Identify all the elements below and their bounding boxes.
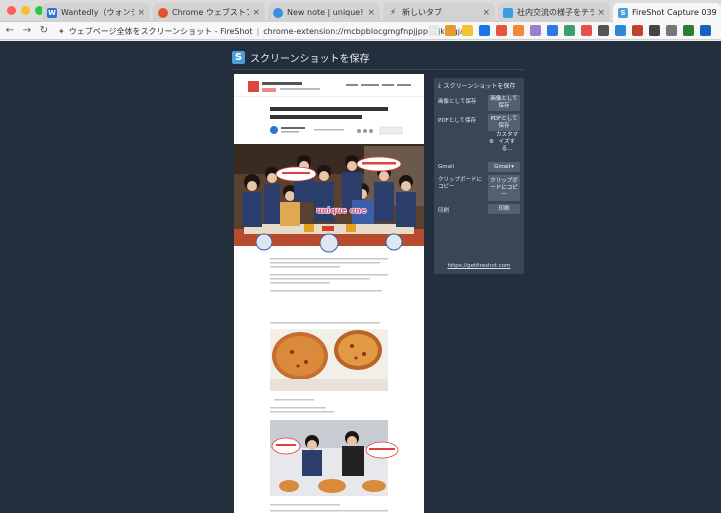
save-pdf-label: PDFとして保存 [438,118,477,124]
extension-icon[interactable] [547,25,558,36]
tab-article[interactable]: 社内交流の様子をチラ見せ！ノ × [498,3,610,22]
webstore-favicon-icon [158,7,168,18]
company-name-bar [262,82,302,85]
minimize-window-icon[interactable] [21,6,30,15]
preview-graphic: unique one [234,81,424,512]
site-logo-icon [248,81,259,92]
gmail-button[interactable]: Gmail ▾ [488,162,520,172]
kibela-favicon-icon [273,7,283,18]
tab-chrome-webstore[interactable]: Chrome ウェブストア - TYP × [153,3,265,22]
close-tab-icon[interactable]: × [252,8,260,18]
fireshot-page: S スクリーンショットを保存 unique one ⤓ スクリーンショットを保存… [0,41,721,513]
gear-icon: ⚙ [489,139,494,145]
tab-fireshot[interactable]: S FireShot Capture 039 - 社内 [613,3,721,22]
save-pdf-button[interactable]: PDFとして保存 [488,114,520,131]
extension-icon[interactable] [683,25,694,36]
forward-arrow-icon[interactable]: → [20,25,34,36]
address-bar[interactable]: ✦ ウェブページ全体をスクリーンショット - FireShot | chrome… [58,23,466,39]
extension-icon[interactable] [428,25,439,36]
extension-icon[interactable] [496,25,507,36]
extension-icons [428,25,711,36]
customize-button[interactable]: ⚙ カスタマイズする... [488,132,520,152]
print-label: 印刷 [438,208,450,214]
extension-icon[interactable] [445,25,456,36]
extension-icon[interactable] [632,25,643,36]
gmail-label: Gmail [438,164,455,170]
page-title: ウェブページ全体をスクリーンショット - FireShot [68,26,253,36]
tab-label: Wantedly（ウォンテッドリー [61,8,134,17]
wantedly-favicon-icon: W [47,7,57,18]
browser-toolbar: ← → ↻ ✦ ウェブページ全体をスクリーンショット - FireShot | … [0,22,721,40]
lightning-icon: ⚡ [389,7,397,18]
badge-bar [262,88,276,92]
extension-icon[interactable] [700,25,711,36]
back-arrow-icon[interactable]: ← [3,25,17,36]
close-tab-icon[interactable]: × [137,8,145,18]
reload-icon[interactable]: ↻ [37,25,51,36]
fireshot-favicon-icon: S [618,7,628,18]
tab-label: Chrome ウェブストア - TYP [172,8,250,17]
screenshot-preview[interactable]: unique one [234,74,424,513]
tab-label: FireShot Capture 039 - 社内 [632,8,716,17]
copy-button[interactable]: クリップボードにコピー [488,175,520,201]
tab-strip: W Wantedly（ウォンテッドリー × Chrome ウェブストア - TY… [0,0,721,22]
photo-caption: unique one [316,206,367,215]
chevron-down-icon: ▾ [511,163,514,170]
extension-icon[interactable] [530,25,541,36]
tab-wantedly[interactable]: W Wantedly（ウォンテッドリー × [42,3,150,22]
tab-new-tab[interactable]: ⚡ 新しいタブ × [383,3,495,22]
tab-label: 社内交流の様子をチラ見せ！ノ [517,8,595,17]
page-header: S スクリーンショットを保存 [232,50,370,65]
article-title-line [270,115,362,119]
close-tab-icon[interactable]: × [597,8,605,18]
close-window-icon[interactable] [7,6,16,15]
download-icon: ⤓ [438,81,441,89]
save-options-panel: ⤓ スクリーンショットを保存 画像として保存 画像として保存 PDFとして保存 … [434,78,524,274]
extension-icon[interactable] [479,25,490,36]
tab-kibela[interactable]: New note | unique! Kibela × [268,3,380,22]
fireshot-logo-icon: S [232,51,245,64]
extension-icon[interactable] [462,25,473,36]
extension-icon[interactable] [581,25,592,36]
panel-title: ⤓ スクリーンショットを保存 [438,81,516,91]
article-title-line [270,107,388,111]
save-image-button[interactable]: 画像として保存 [488,95,520,111]
close-tab-icon[interactable]: × [367,8,375,18]
save-image-label: 画像として保存 [438,99,477,105]
extension-icon[interactable] [649,25,660,36]
tab-label: New note | unique! Kibela [287,8,364,17]
extension-icon[interactable] [666,25,677,36]
fireshot-link[interactable]: https://getfireshot.com [434,263,524,269]
window-controls [7,6,44,15]
extension-icon[interactable] [598,25,609,36]
extension-icon[interactable] [564,25,575,36]
copy-label: クリップボードにコピー [438,177,483,190]
header-divider [232,69,524,70]
separator: | [256,26,260,36]
page-title: スクリーンショットを保存 [250,54,370,65]
author-avatar [270,126,278,134]
close-tab-icon[interactable]: × [482,8,490,18]
extension-puzzle-icon: ✦ [58,26,65,36]
extension-icon[interactable] [615,25,626,36]
tab-label: 新しいタブ [402,8,442,17]
article-favicon-icon [503,7,513,18]
extension-icon[interactable] [513,25,524,36]
print-button[interactable]: 印刷 [488,204,520,214]
